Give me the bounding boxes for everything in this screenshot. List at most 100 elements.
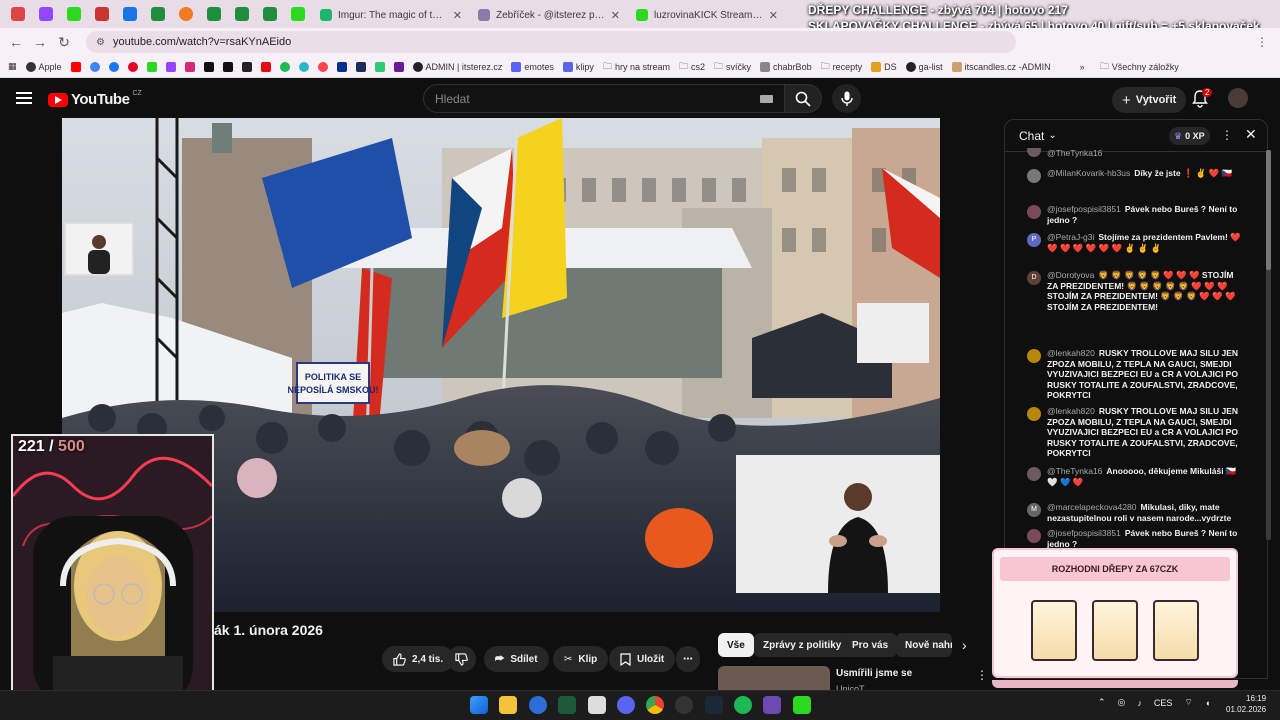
chat-author[interactable]: @MilanKovarik-hb3us — [1047, 168, 1130, 178]
bookmark-folder[interactable]: 🗀 recepty — [821, 59, 863, 75]
chip-all[interactable]: Vše — [718, 633, 754, 657]
chrome-icon[interactable] — [646, 696, 664, 714]
chat-author[interactable]: @lenkah820 — [1047, 348, 1095, 358]
pinned-tab[interactable] — [172, 3, 200, 25]
bookmark-icon[interactable] — [279, 61, 290, 72]
wifi-icon[interactable]: ⌔ — [1184, 697, 1192, 708]
all-bookmarks[interactable]: 🗀 Všechny záložky — [1100, 59, 1179, 75]
chat-options-icon[interactable]: ⋮ — [1221, 128, 1233, 142]
chevron-up-icon[interactable]: ⌃ — [1098, 697, 1106, 708]
close-tab-icon[interactable]: ✕ — [453, 9, 462, 22]
microphone-icon[interactable]: ♪ — [1137, 698, 1142, 708]
tab-kick-stream[interactable]: luzrovinaKICK Stream - Watch ✕ — [628, 2, 786, 28]
youtube-logo[interactable]: YouTube CZ — [48, 90, 142, 108]
avatar[interactable] — [1027, 529, 1041, 543]
bookmark-icon[interactable] — [393, 61, 404, 72]
back-icon[interactable]: ← — [4, 34, 28, 50]
close-icon[interactable]: ✕ — [1245, 126, 1257, 143]
bookmark-folder[interactable]: 🗀 hry na stream — [603, 59, 670, 75]
xbox-icon[interactable] — [558, 696, 576, 714]
dislike-button[interactable] — [447, 646, 476, 672]
search-button[interactable] — [784, 84, 822, 113]
bookmark-icon[interactable] — [70, 61, 81, 72]
avatar[interactable]: P — [1027, 233, 1041, 247]
bookmark-icon[interactable] — [108, 61, 119, 72]
windows-start-icon[interactable] — [470, 696, 488, 714]
bookmark-galist[interactable]: ga-list — [905, 61, 943, 72]
xp-badge[interactable]: ♛ 0 XP — [1169, 127, 1210, 145]
pinned-tab[interactable] — [228, 3, 256, 25]
pinned-tab[interactable] — [144, 3, 172, 25]
chat-author[interactable]: @josefpospisil3851 — [1047, 204, 1121, 214]
chat-mode-dropdown[interactable]: Chat — [1019, 129, 1044, 143]
discord-icon[interactable] — [617, 696, 635, 714]
bookmark-icon[interactable] — [298, 61, 309, 72]
avatar[interactable] — [1027, 205, 1041, 219]
chat-author[interactable]: @josefpospisil3851 — [1047, 528, 1121, 538]
bookmark-icon[interactable] — [127, 61, 138, 72]
bookmark-icon[interactable] — [203, 61, 214, 72]
voice-search-button[interactable] — [832, 84, 861, 113]
close-tab-icon[interactable]: ✕ — [611, 9, 620, 22]
bookmark-icon[interactable] — [374, 61, 385, 72]
avatar[interactable] — [1027, 169, 1041, 183]
bookmarks-overflow[interactable]: » — [1080, 62, 1085, 72]
vpn-icon[interactable] — [763, 696, 781, 714]
bookmark-icon[interactable] — [336, 61, 347, 72]
bookmark-icon[interactable] — [260, 61, 271, 72]
bookmark-emotes[interactable]: emotes — [511, 61, 554, 72]
more-actions-button[interactable]: ⋯ — [676, 646, 700, 672]
hamburger-menu-icon[interactable] — [16, 92, 32, 104]
bookmark-icon[interactable] — [241, 61, 252, 72]
capcut-icon[interactable] — [588, 696, 606, 714]
create-button[interactable]: + Vytvořit — [1112, 87, 1187, 113]
share-button[interactable]: ⮫ Sdílet — [484, 646, 549, 672]
tab-zebricek[interactable]: Žebříček - @itsterez panel ✕ — [470, 2, 628, 28]
bookmark-icon[interactable] — [317, 61, 328, 72]
pinned-tab[interactable] — [88, 3, 116, 25]
extensions-icon[interactable]: ⋮ — [1256, 35, 1268, 49]
chip-recently-uploaded[interactable]: Nově nahr — [896, 633, 952, 657]
recommended-video-title[interactable]: Usmířili jsme se — [836, 668, 912, 679]
chat-author[interactable]: @TheTynka16 — [1047, 466, 1102, 476]
chat-author[interactable]: @TheTynka16 — [1047, 148, 1102, 158]
bookmark-icon[interactable] — [184, 61, 195, 72]
system-clock[interactable]: 16:19 01.02.2026 — [1226, 693, 1266, 715]
spotify-icon[interactable] — [734, 696, 752, 714]
chat-author[interactable]: @marcelapeckova4280 — [1047, 502, 1136, 512]
account-avatar[interactable] — [1228, 88, 1248, 108]
bookmark-klipy[interactable]: klipy — [562, 61, 594, 72]
chip-politics[interactable]: Zprávy z politiky — [754, 633, 851, 657]
pinned-tab[interactable] — [284, 3, 312, 25]
avatar[interactable] — [1027, 349, 1041, 363]
address-bar[interactable]: ⚙ youtube.com/watch?v=rsaKYnAEido — [86, 31, 1016, 53]
close-tab-icon[interactable]: ✕ — [769, 9, 778, 22]
chat-scrollbar-thumb[interactable] — [1266, 150, 1271, 270]
chat-author[interactable]: @PetraJ-g3i — [1047, 232, 1094, 242]
bookmark-icon[interactable] — [222, 61, 233, 72]
chat-author[interactable]: @lenkah820 — [1047, 406, 1095, 416]
pinned-tab[interactable] — [4, 3, 32, 25]
bookmark-ds[interactable]: DS — [871, 61, 897, 72]
search-input[interactable]: Hledat — [423, 84, 785, 113]
bookmark-icon[interactable] — [89, 61, 100, 72]
save-button[interactable]: Uložit — [609, 646, 676, 672]
network-icon[interactable]: ◎ — [1118, 697, 1126, 708]
chip-for-you[interactable]: Pro vás — [843, 633, 898, 657]
avatar[interactable] — [1027, 407, 1041, 421]
bookmark-chabrbob[interactable]: chabrBob — [760, 61, 812, 72]
avatar[interactable]: M — [1027, 503, 1041, 517]
bookmark-icon[interactable] — [355, 61, 366, 72]
bookmark-folder[interactable]: 🗀 cs2 — [679, 59, 705, 75]
reload-icon[interactable]: ↻ — [52, 34, 76, 51]
pinned-tab[interactable] — [256, 3, 284, 25]
site-info-icon[interactable]: ⚙ — [96, 37, 105, 48]
bookmark-folder[interactable]: 🗀 svíčky — [714, 59, 751, 75]
avatar[interactable] — [1027, 148, 1041, 157]
bookmark-icon[interactable] — [146, 61, 157, 72]
bookmark-icon[interactable] — [165, 61, 176, 72]
obs-icon[interactable] — [675, 696, 693, 714]
bookmark-apple[interactable]: Apple — [25, 61, 62, 72]
avatar[interactable]: D — [1027, 271, 1041, 285]
chevron-right-icon[interactable]: › — [962, 637, 967, 653]
